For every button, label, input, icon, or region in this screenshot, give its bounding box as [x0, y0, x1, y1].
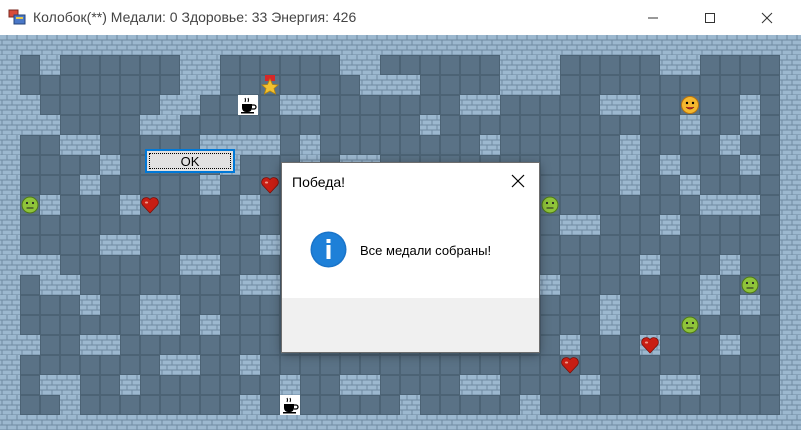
heart-icon	[260, 175, 280, 195]
brick-wall	[600, 295, 620, 335]
brick-wall	[0, 35, 801, 55]
brick-wall	[460, 375, 500, 395]
brick-wall	[520, 395, 540, 415]
brick-wall	[640, 255, 660, 275]
dialog-message: Все медали собраны!	[360, 243, 492, 258]
brick-wall	[580, 375, 600, 395]
brick-wall	[100, 155, 120, 175]
window-title-bar: Колобок(**) Медали: 0 Здоровье: 33 Энерг…	[0, 0, 801, 35]
brick-wall	[280, 375, 300, 395]
green-smiley-enemy-icon	[680, 315, 700, 335]
coffee-cup-icon	[280, 395, 300, 415]
brick-wall	[240, 355, 260, 375]
brick-wall	[680, 115, 700, 135]
app-icon	[8, 9, 26, 25]
maximize-icon	[705, 12, 715, 23]
brick-wall	[160, 95, 200, 115]
brick-wall	[660, 215, 680, 235]
brick-wall	[20, 115, 60, 135]
brick-wall	[80, 175, 100, 195]
brick-wall	[0, 415, 801, 430]
brick-wall	[20, 255, 60, 275]
victory-dialog: Победа! Все медали собраны!	[281, 162, 540, 353]
brick-wall	[120, 195, 140, 215]
window-title: Колобок(**) Медали: 0 Здоровье: 33 Энерг…	[33, 9, 357, 25]
brick-wall	[80, 335, 120, 355]
close-icon	[511, 174, 525, 188]
ok-button[interactable]: OK	[145, 149, 235, 173]
brick-wall	[240, 195, 260, 215]
heart-icon	[140, 195, 160, 215]
brick-wall	[500, 55, 560, 95]
brick-wall	[720, 135, 740, 155]
brick-wall	[120, 375, 140, 395]
close-icon	[761, 12, 773, 23]
minimize-icon	[648, 17, 658, 18]
brick-wall	[180, 55, 220, 95]
brick-wall	[200, 315, 220, 335]
brick-wall	[560, 335, 580, 355]
brick-wall	[40, 275, 80, 295]
dialog-title: Победа!	[292, 174, 346, 190]
heart-icon	[560, 355, 580, 375]
brick-wall	[620, 135, 640, 175]
brick-wall	[480, 135, 500, 155]
brick-wall	[80, 295, 100, 315]
brick-wall	[40, 195, 60, 215]
brick-wall	[100, 235, 140, 255]
info-icon	[310, 231, 347, 268]
brick-wall	[280, 95, 320, 115]
brick-wall	[260, 235, 280, 255]
dialog-close-button[interactable]	[497, 163, 539, 199]
green-smiley-enemy-icon	[20, 195, 40, 215]
brick-wall	[140, 115, 180, 135]
brick-wall	[340, 55, 380, 75]
brick-wall	[700, 195, 760, 215]
brick-wall	[540, 275, 560, 295]
coffee-cup-icon	[238, 95, 258, 115]
dialog-footer	[282, 298, 539, 352]
brick-wall	[740, 295, 760, 315]
brick-wall	[200, 175, 220, 195]
close-window-button[interactable]	[744, 0, 790, 35]
maximize-button[interactable]	[687, 0, 733, 35]
brick-wall	[40, 375, 80, 395]
brick-wall	[140, 295, 180, 335]
brick-wall	[40, 55, 60, 75]
brick-wall	[0, 35, 20, 430]
brick-wall	[700, 275, 720, 315]
heart-icon	[640, 335, 660, 355]
brick-wall	[660, 155, 680, 175]
kolobok-player-icon	[680, 95, 700, 115]
brick-wall	[240, 395, 260, 415]
green-smiley-enemy-icon	[740, 275, 760, 295]
brick-wall	[360, 75, 420, 95]
brick-wall	[340, 375, 380, 395]
brick-wall	[20, 95, 40, 115]
brick-wall	[780, 35, 801, 430]
brick-wall	[560, 215, 600, 235]
brick-wall	[180, 255, 220, 275]
brick-wall	[400, 395, 420, 415]
brick-wall	[600, 95, 640, 115]
brick-wall	[740, 155, 760, 175]
minimize-button[interactable]	[630, 0, 676, 35]
brick-wall	[460, 95, 500, 115]
brick-wall	[660, 55, 700, 75]
brick-wall	[720, 335, 740, 355]
brick-wall	[660, 375, 700, 395]
brick-wall	[720, 255, 740, 275]
brick-wall	[160, 355, 200, 375]
medal-star-icon	[260, 75, 280, 95]
brick-wall	[60, 135, 100, 155]
brick-wall	[60, 395, 80, 415]
brick-wall	[420, 115, 440, 135]
green-smiley-enemy-icon	[540, 195, 560, 215]
brick-wall	[620, 175, 640, 195]
brick-wall	[20, 335, 40, 355]
brick-wall	[740, 95, 760, 135]
brick-wall	[680, 175, 700, 195]
brick-wall	[240, 275, 280, 295]
